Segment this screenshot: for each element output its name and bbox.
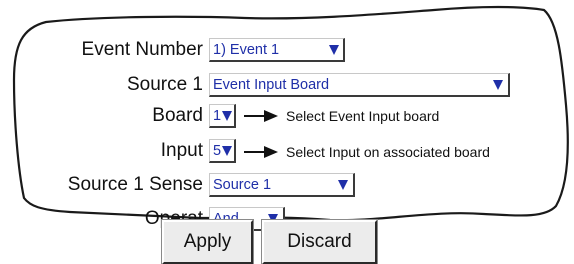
board-value: 1 — [213, 108, 222, 124]
chevron-down-icon — [222, 111, 232, 121]
source1-label: Source 1 — [126, 74, 203, 95]
input-dropdown[interactable]: 5 — [209, 139, 236, 163]
input-label: Input — [160, 140, 203, 161]
board-hint-text: Select Event Input board — [286, 108, 440, 124]
input-hint: Select Input on associated board — [244, 142, 490, 162]
chevron-down-icon — [222, 146, 232, 156]
source1-dropdown[interactable]: Event Input Board — [209, 73, 510, 97]
chevron-down-icon — [338, 180, 348, 190]
input-hint-text: Select Input on associated board — [286, 144, 490, 160]
chevron-down-icon — [493, 80, 503, 90]
discard-button[interactable]: Discard — [261, 219, 378, 264]
event-number-value: 1) Event 1 — [213, 42, 280, 58]
event-number-dropdown[interactable]: 1) Event 1 — [209, 38, 345, 62]
source1-sense-value: Source 1 — [213, 177, 272, 193]
arrow-right-icon — [244, 146, 278, 158]
chevron-down-icon — [329, 45, 339, 55]
arrow-right-icon — [244, 110, 278, 122]
apply-button[interactable]: Apply — [161, 219, 254, 264]
input-value: 5 — [213, 143, 222, 159]
board-label: Board — [152, 105, 203, 126]
source1-value: Event Input Board — [213, 77, 330, 93]
event-number-label: Event Number — [81, 39, 203, 60]
board-dropdown[interactable]: 1 — [209, 104, 236, 128]
source1-sense-dropdown[interactable]: Source 1 — [209, 173, 355, 197]
board-hint: Select Event Input board — [244, 106, 439, 126]
source1-sense-label: Source 1 Sense — [67, 174, 203, 195]
